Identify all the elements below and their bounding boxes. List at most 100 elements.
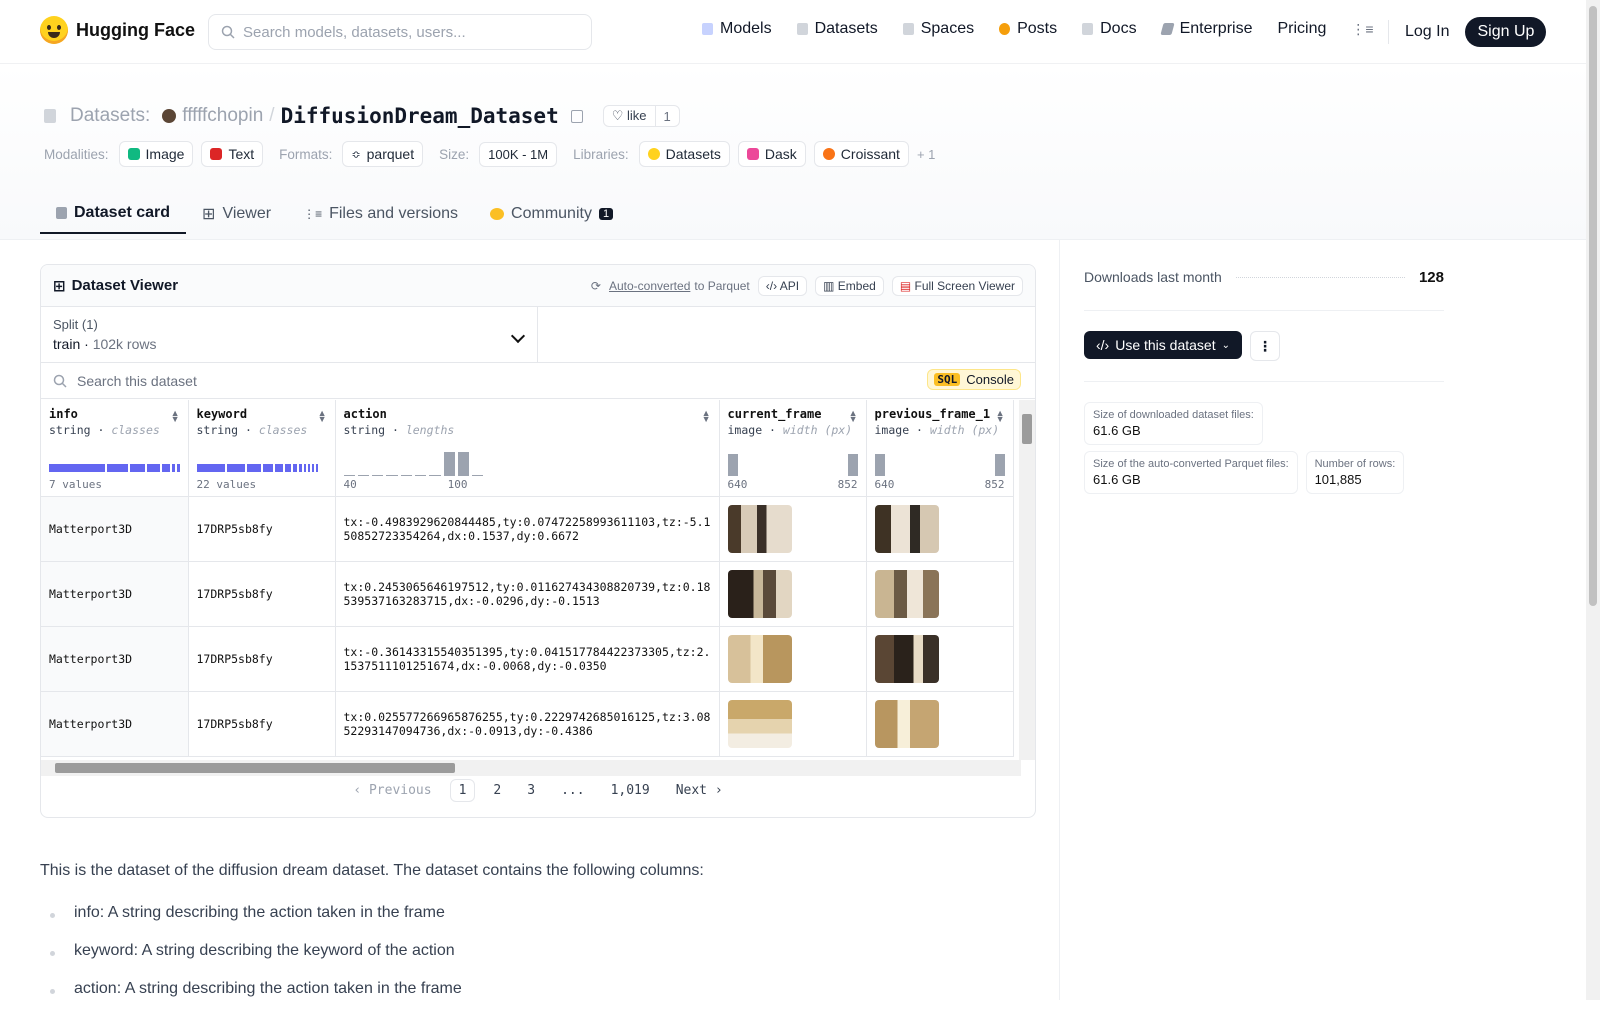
tab-community[interactable]: Community 1 [474, 198, 629, 234]
like-button[interactable]: ♡ like 1 [602, 105, 680, 127]
cell-keyword[interactable]: 17DRP5sb8fy [188, 561, 336, 627]
width-histogram[interactable] [874, 448, 1005, 476]
table-row[interactable]: Matterport3D 17DRP5sb8fy tx:0.2453065646… [41, 561, 1014, 627]
cell-current-frame[interactable] [719, 561, 867, 627]
library-datasets-chip[interactable]: Datasets [638, 141, 730, 167]
libraries-more[interactable]: + 1 [917, 147, 935, 162]
library-dask-chip[interactable]: Dask [737, 141, 806, 167]
sort-icon[interactable]: ▲ ▼ [849, 409, 858, 424]
column-header-previous-frame-1[interactable]: previous_frame_1 image · width (px) ▲ ▼ 6… [866, 400, 1014, 497]
frame-thumbnail[interactable] [727, 634, 792, 683]
auto-converted-link[interactable]: Auto-converted [609, 279, 690, 293]
column-header-keyword[interactable]: keyword string · classes ▲ ▼ 22 values [188, 400, 336, 497]
nav-docs[interactable]: Docs [1082, 20, 1137, 38]
cell-keyword[interactable]: 17DRP5sb8fy [188, 626, 336, 692]
column-header-current-frame[interactable]: current_frame image · width (px) ▲ ▼ 640 8… [719, 400, 867, 497]
frame-thumbnail[interactable] [727, 504, 792, 553]
cell-info[interactable]: Matterport3D [41, 626, 189, 692]
class-distribution-bar[interactable] [196, 463, 327, 472]
size-chip[interactable]: 100K - 1M [479, 141, 558, 167]
length-histogram[interactable] [343, 448, 484, 476]
column-name: previous_frame_1 [874, 407, 991, 421]
table-vertical-scrollbar[interactable] [1019, 400, 1035, 760]
page-scrollbar[interactable] [1586, 0, 1600, 1000]
signup-button[interactable]: Sign Up [1465, 17, 1547, 47]
table-row[interactable]: Matterport3D 17DRP5sb8fy tx:-0.361433155… [41, 626, 1014, 692]
cell-keyword[interactable]: 17DRP5sb8fy [188, 691, 336, 757]
cell-current-frame[interactable] [719, 691, 867, 757]
nav-pricing[interactable]: Pricing [1277, 20, 1326, 38]
use-dataset-label: Use this dataset [1115, 337, 1216, 353]
more-options-icon[interactable]: ⋮ [1250, 331, 1280, 361]
cell-info[interactable]: Matterport3D [41, 561, 189, 627]
home-logo-link[interactable]: Hugging Face [40, 16, 195, 44]
tab-dataset-card[interactable]: Dataset card [40, 198, 187, 234]
cell-action[interactable]: tx:-0.36143315540351395,ty:0.04151778442… [335, 626, 720, 692]
page-1-button[interactable]: 1 [449, 779, 476, 802]
sort-icon[interactable]: ▲ ▼ [318, 409, 327, 424]
column-header-info[interactable]: info string · classes ▲ ▼ 7 values [41, 400, 189, 497]
global-search[interactable] [208, 14, 592, 50]
cell-previous-frame[interactable] [866, 561, 1014, 627]
api-button[interactable]: ‹/› API [757, 275, 808, 296]
frame-thumbnail[interactable] [874, 634, 939, 683]
scroll-thumb[interactable] [1022, 414, 1032, 444]
tab-viewer[interactable]: ⊞ Viewer [186, 198, 287, 234]
format-parquet-chip[interactable]: ≎ parquet [342, 141, 424, 167]
login-link[interactable]: Log In [1405, 23, 1449, 41]
page-3-button[interactable]: 3 [519, 780, 543, 801]
sort-icon[interactable]: ▲ ▼ [996, 409, 1005, 424]
frame-thumbnail[interactable] [727, 699, 792, 748]
cell-current-frame[interactable] [719, 626, 867, 692]
frame-thumbnail[interactable] [874, 504, 939, 553]
owner-link[interactable]: fffffchopin [182, 105, 263, 127]
sql-console-button[interactable]: SQL Console [927, 369, 1021, 390]
page-2-button[interactable]: 2 [485, 780, 509, 801]
next-page-button[interactable]: Next › [668, 780, 731, 801]
cell-previous-frame[interactable] [866, 626, 1014, 692]
cell-previous-frame[interactable] [866, 496, 1014, 562]
cell-current-frame[interactable] [719, 496, 867, 562]
table-row[interactable]: Matterport3D 17DRP5sb8fy tx:-0.498392962… [41, 496, 1014, 562]
copy-icon[interactable] [570, 109, 583, 123]
scroll-thumb[interactable] [1589, 6, 1597, 606]
modality-text-chip[interactable]: Text [201, 141, 264, 167]
column-header-action[interactable]: action string · lengths ▲ ▼ 40 100 [335, 400, 720, 497]
tab-files[interactable]: ⋮≡ Files and versions [287, 198, 474, 234]
section-label[interactable]: Datasets: [70, 105, 150, 127]
use-this-dataset-button[interactable]: ‹/› Use this dataset ⌄ [1084, 331, 1242, 359]
frame-thumbnail[interactable] [874, 699, 939, 748]
scroll-thumb[interactable] [55, 763, 455, 773]
cell-action[interactable]: tx:0.2453065646197512,ty:0.0116274343088… [335, 561, 720, 627]
nav-models[interactable]: Models [702, 20, 772, 38]
previous-page-button[interactable]: ‹ Previous [345, 780, 439, 801]
cell-info[interactable]: Matterport3D [41, 496, 189, 562]
nav-posts[interactable]: Posts [999, 20, 1057, 38]
cell-previous-frame[interactable] [866, 691, 1014, 757]
fullscreen-button[interactable]: ▤ Full Screen Viewer [891, 275, 1023, 296]
cell-action[interactable]: tx:-0.4983929620844485,ty:0.074722589936… [335, 496, 720, 562]
cell-keyword[interactable]: 17DRP5sb8fy [188, 496, 336, 562]
sort-icon[interactable]: ▲ ▼ [171, 409, 180, 424]
frame-thumbnail[interactable] [727, 569, 792, 618]
width-histogram[interactable] [727, 448, 858, 476]
table-row[interactable]: Matterport3D 17DRP5sb8fy tx:0.0255772669… [41, 691, 1014, 757]
nav-datasets[interactable]: Datasets [796, 20, 878, 38]
nav-spaces[interactable]: Spaces [902, 20, 974, 38]
nav-enterprise[interactable]: Enterprise [1159, 20, 1252, 38]
split-selector[interactable]: Split (1) train · 102k rows [41, 307, 538, 362]
more-menu-icon[interactable]: ⋮≡ [1351, 21, 1373, 38]
library-croissant-chip[interactable]: Croissant [813, 141, 909, 167]
table-horizontal-scrollbar[interactable] [41, 760, 1021, 776]
frame-thumbnail[interactable] [874, 569, 939, 618]
global-search-input[interactable] [243, 23, 563, 41]
embed-button[interactable]: ▥ Embed [815, 275, 884, 296]
dataset-search-input[interactable] [77, 372, 377, 389]
cell-info[interactable]: Matterport3D [41, 691, 189, 757]
sort-icon[interactable]: ▲ ▼ [702, 409, 711, 424]
cell-action[interactable]: tx:0.025577266965876255,ty:0.22297426850… [335, 691, 720, 757]
repo-name[interactable]: DiffusionDream_Dataset [281, 104, 559, 128]
page-last-button[interactable]: 1,019 [603, 780, 658, 801]
modality-image-chip[interactable]: Image [118, 141, 194, 167]
class-distribution-bar[interactable] [49, 463, 180, 472]
